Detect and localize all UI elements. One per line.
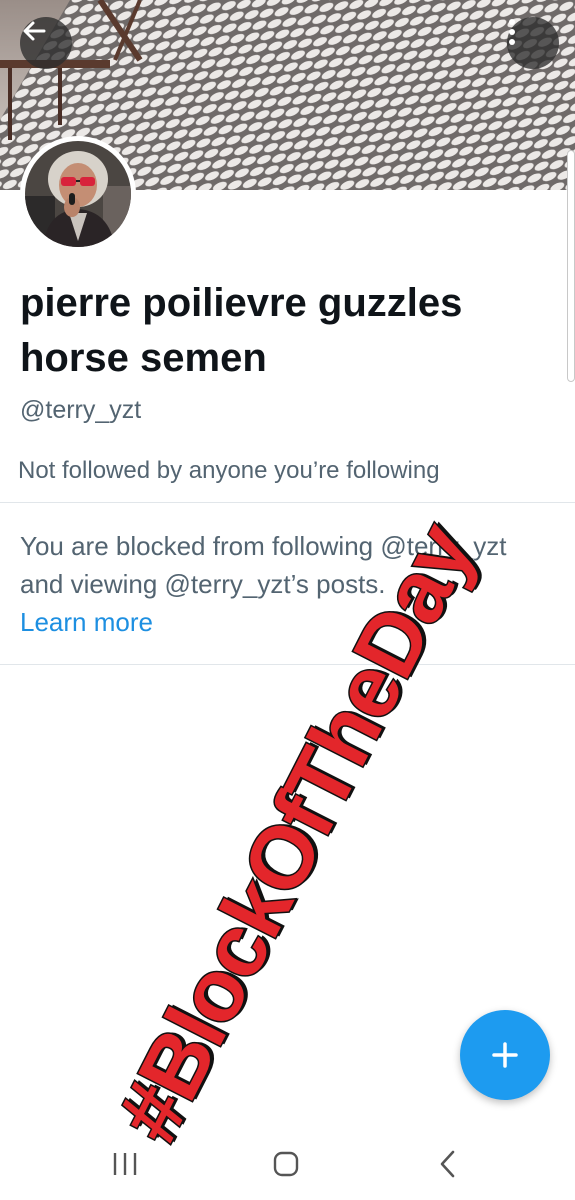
recent-apps-icon <box>113 1153 137 1175</box>
profile-display-name: pierre poilievre guzzles horse semen <box>20 281 463 380</box>
plus-icon <box>492 1042 518 1068</box>
mutual-followers-note: Not followed by anyone you’re following <box>18 457 440 484</box>
scrollbar[interactable] <box>567 150 575 382</box>
chevron-left-icon <box>440 1150 455 1178</box>
compose-button[interactable] <box>460 1010 550 1100</box>
more-options-button[interactable] <box>507 17 559 69</box>
home-icon <box>273 1151 299 1177</box>
back-button[interactable] <box>20 17 72 69</box>
avatar[interactable] <box>20 136 136 252</box>
more-vertical-icon <box>509 19 515 45</box>
divider <box>0 664 575 665</box>
profile-handle: @terry_yzt <box>20 396 142 424</box>
avatar-image <box>25 141 131 247</box>
home-button[interactable] <box>256 1142 316 1186</box>
recent-apps-button[interactable] <box>95 1142 155 1186</box>
system-nav-bar <box>0 1130 575 1200</box>
system-back-button[interactable] <box>418 1142 478 1186</box>
arrow-left-icon <box>23 21 46 41</box>
